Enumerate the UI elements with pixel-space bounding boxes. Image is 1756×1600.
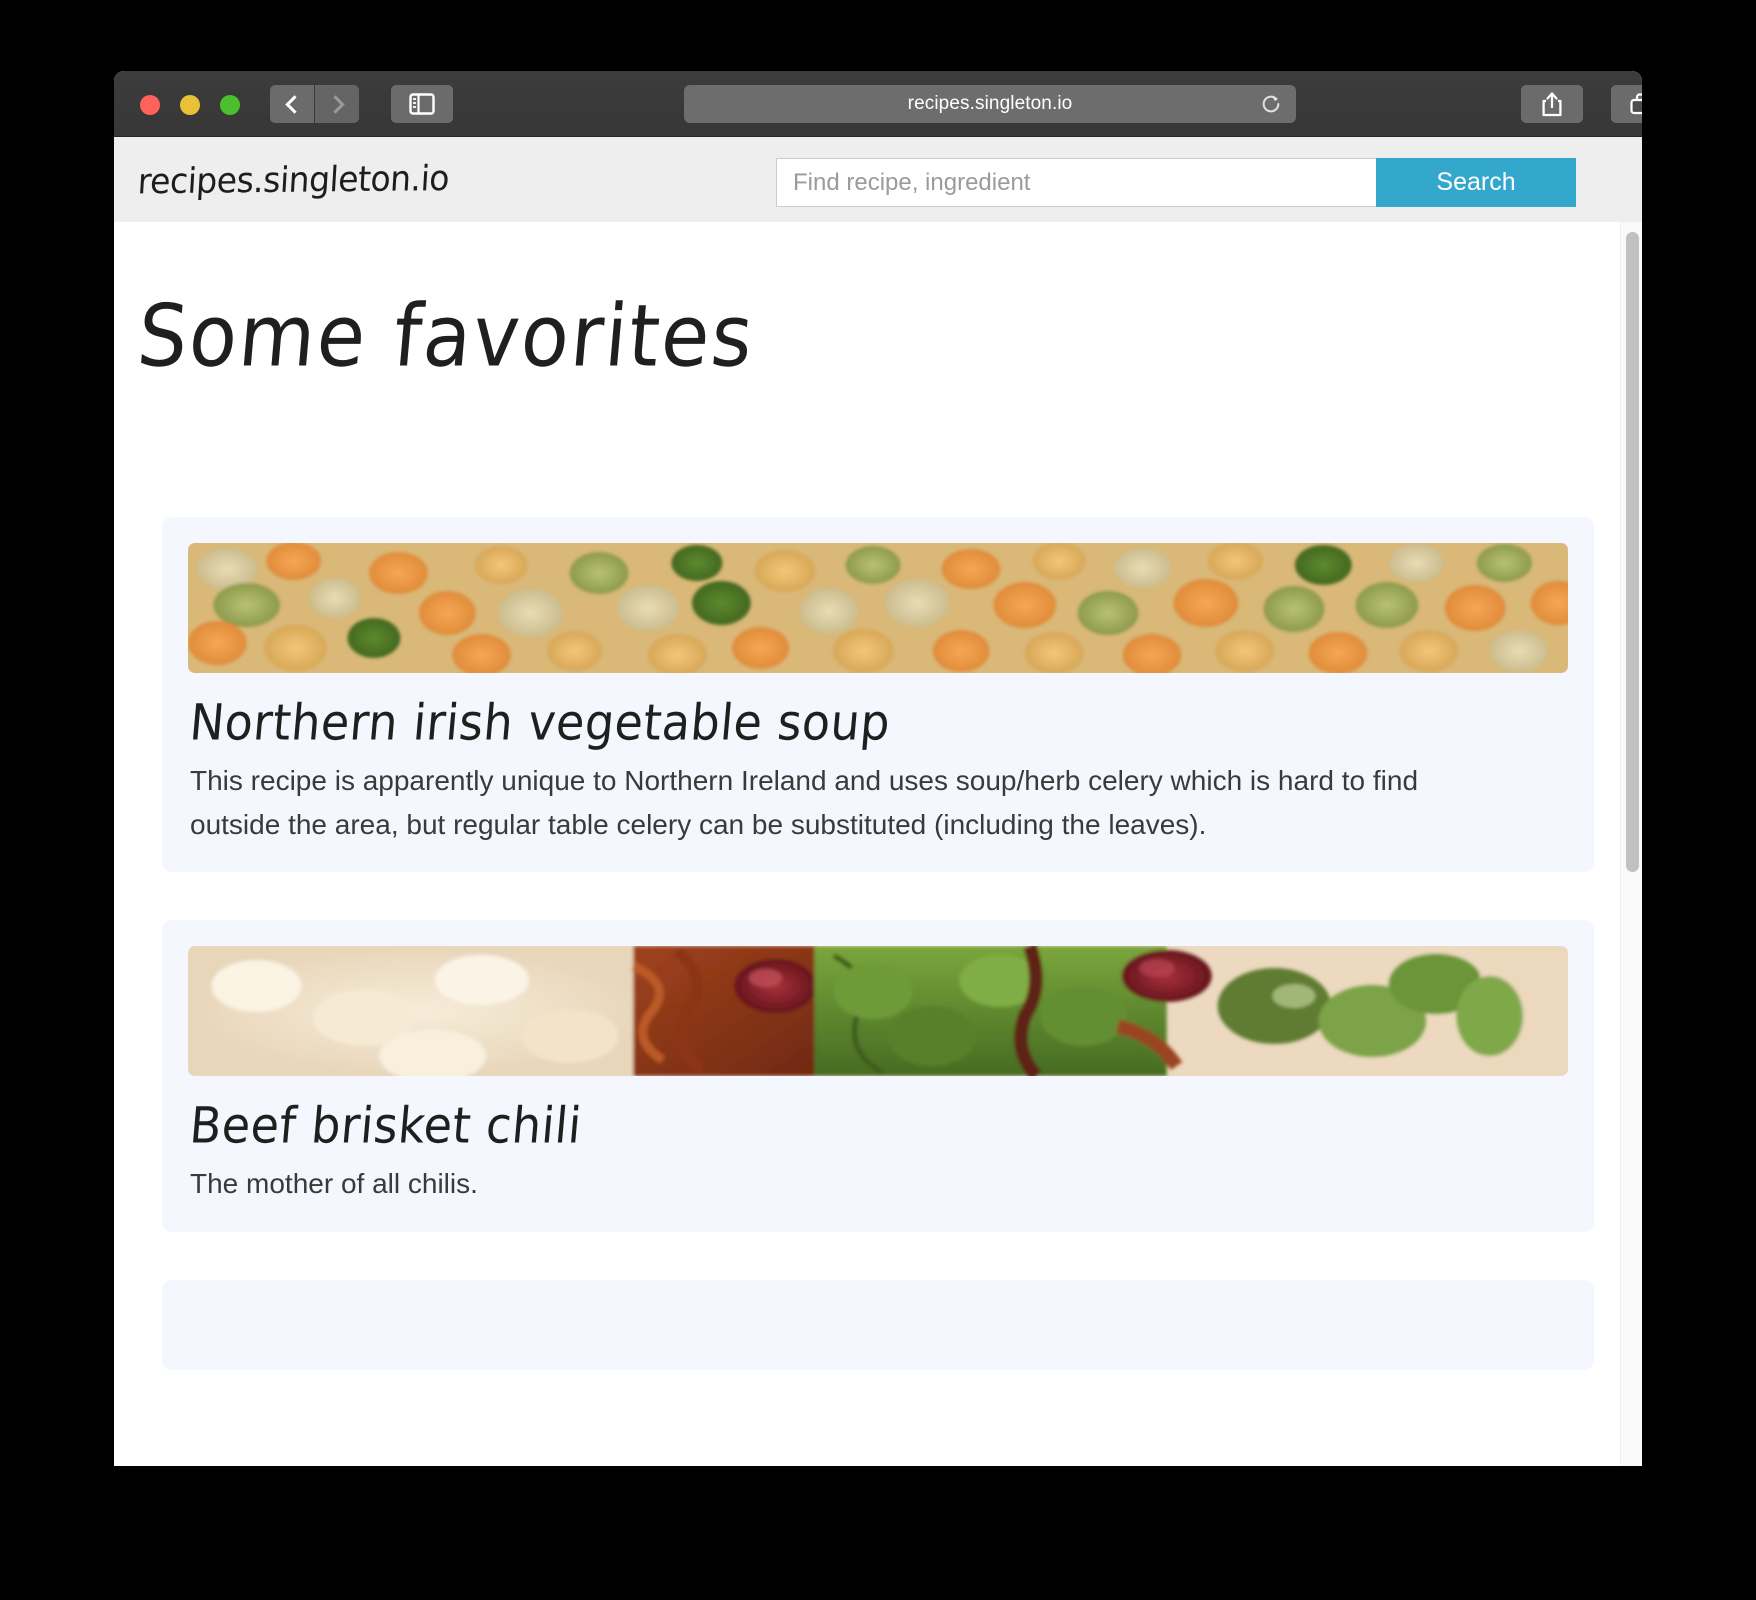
chevron-left-icon <box>284 94 304 114</box>
recipe-card-partial[interactable] <box>162 1280 1594 1371</box>
recipe-image-beef-brisket-chili <box>188 946 1568 1077</box>
search-group: Search <box>776 158 1576 207</box>
web-page: recipes.singleton.io Search Some favorit… <box>114 137 1642 1466</box>
share-button[interactable] <box>1521 85 1583 123</box>
recipe-image-vegetable-soup <box>188 543 1568 673</box>
url-text: recipes.singleton.io <box>907 93 1073 114</box>
sidebar-toggle-icon <box>409 93 435 115</box>
show-tabs-icon <box>1630 93 1642 115</box>
search-button[interactable]: Search <box>1376 158 1576 207</box>
close-window-button[interactable] <box>140 95 160 115</box>
recipe-card[interactable]: Beef brisket chili The mother of all chi… <box>162 920 1594 1233</box>
vertical-scrollbar[interactable] <box>1620 222 1642 1466</box>
show-tabs-button[interactable] <box>1611 85 1642 123</box>
minimize-window-button[interactable] <box>180 95 200 115</box>
recipe-title[interactable]: Beef brisket chili <box>187 1096 1570 1154</box>
address-bar[interactable]: recipes.singleton.io <box>684 85 1296 123</box>
search-input[interactable] <box>776 158 1376 207</box>
site-header: recipes.singleton.io Search <box>114 137 1642 222</box>
forward-button[interactable] <box>315 85 359 123</box>
recipe-card[interactable]: Northern irish vegetable soup This recip… <box>162 517 1594 873</box>
back-button[interactable] <box>270 85 314 123</box>
reload-icon[interactable] <box>1260 93 1282 115</box>
page-title: Some favorites <box>133 287 759 387</box>
browser-window: recipes.singleton.io + recipes.singleton… <box>114 71 1642 1466</box>
share-icon <box>1542 92 1562 117</box>
zoom-window-button[interactable] <box>220 95 240 115</box>
recipe-description: The mother of all chilis. <box>190 1168 478 1200</box>
recipe-description: This recipe is apparently unique to Nort… <box>190 765 1419 840</box>
recipe-title[interactable]: Northern irish vegetable soup <box>187 693 1570 751</box>
site-brand[interactable]: recipes.singleton.io <box>137 157 451 202</box>
scrollbar-thumb[interactable] <box>1626 232 1639 872</box>
chevron-right-icon <box>325 94 345 114</box>
sidebar-toggle-button[interactable] <box>391 85 453 123</box>
window-controls <box>140 95 240 115</box>
browser-titlebar: recipes.singleton.io + <box>114 71 1642 137</box>
page-content: Some favorites Northern irish vegetable … <box>114 222 1642 1466</box>
